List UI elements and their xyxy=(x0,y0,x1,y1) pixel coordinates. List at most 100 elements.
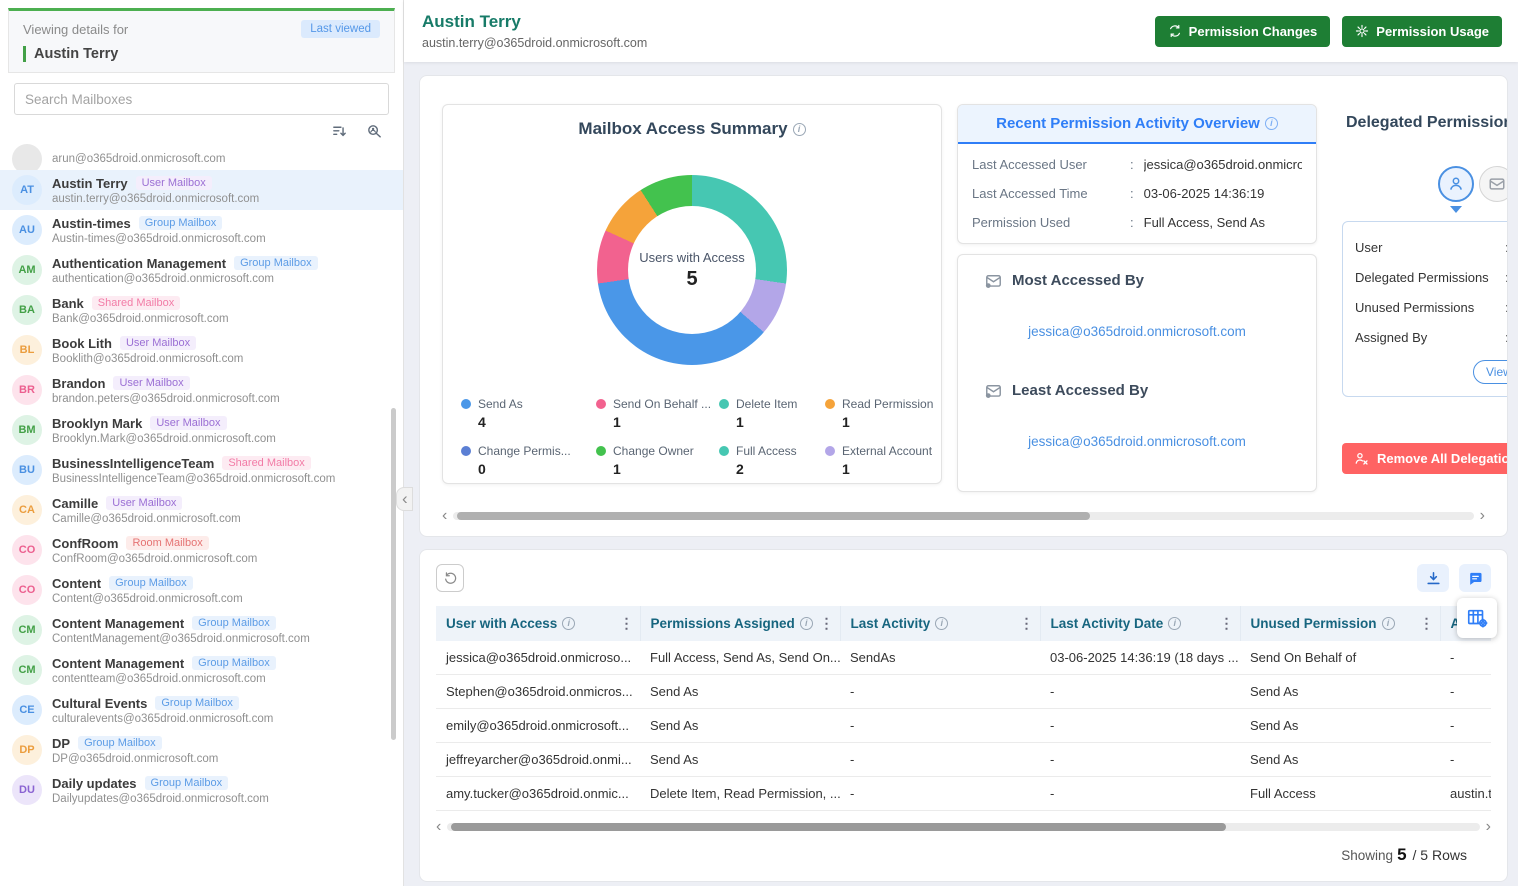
table-row[interactable]: jessica@o365droid.onmicroso...Full Acces… xyxy=(436,641,1491,675)
delegated-card-title: Delegated Permissions xyxy=(1342,114,1508,132)
column-header[interactable]: User with Accessi⋮ xyxy=(436,606,640,641)
permission-usage-button[interactable]: Permission Usage xyxy=(1342,16,1502,47)
most-accessed-link[interactable]: jessica@o365droid.onmicrosoft.com xyxy=(958,324,1316,339)
legend-item: Change Permis... 0 xyxy=(461,444,596,477)
mailbox-access-summary-card: Mailbox Access Summaryi Users with Acces… xyxy=(442,104,942,484)
showing-value: 5 xyxy=(1397,845,1406,864)
refresh-button[interactable] xyxy=(436,564,464,592)
avatar: BU xyxy=(12,455,42,485)
mailbox-list-item[interactable]: arun@o365droid.onmicrosoft.com xyxy=(0,144,403,170)
mailbox-list-item[interactable]: AT Austin Terry User Mailbox austin.terr… xyxy=(0,170,403,210)
column-menu-icon[interactable]: ⋮ xyxy=(1420,615,1434,632)
table-cell: emily@o365droid.onmicrosoft... xyxy=(436,709,640,743)
table-row[interactable]: jeffreyarcher@o365droid.onmi...Send As--… xyxy=(436,743,1491,777)
mailbox-list-item[interactable]: CO ConfRoom Room Mailbox ConfRoom@o365dr… xyxy=(0,530,403,570)
search-mailboxes-input[interactable] xyxy=(14,83,389,115)
column-menu-icon[interactable]: ⋮ xyxy=(620,615,634,632)
mailbox-list-item[interactable]: CO Content Group Mailbox Content@o365dro… xyxy=(0,570,403,610)
mailbox-list-item[interactable]: BM Brooklyn Mark User Mailbox Brooklyn.M… xyxy=(0,410,403,450)
column-header[interactable]: Permissions Assignedi⋮ xyxy=(640,606,840,641)
sidebar-collapse-handle[interactable]: ‹ xyxy=(396,487,413,511)
mail-info-icon xyxy=(984,271,1003,290)
mailbox-list-item[interactable]: CA Camille User Mailbox Camille@o365droi… xyxy=(0,490,403,530)
info-icon[interactable]: i xyxy=(800,617,813,630)
mailbox-list-item[interactable]: CE Cultural Events Group Mailbox cultura… xyxy=(0,690,403,730)
scrollbar-thumb[interactable] xyxy=(457,512,1090,520)
view-details-button[interactable]: View Details xyxy=(1473,360,1508,384)
info-icon[interactable]: i xyxy=(935,617,948,630)
topbar: Austin Terry austin.terry@o365droid.onmi… xyxy=(404,0,1518,62)
scroll-left-icon[interactable]: ‹ xyxy=(436,819,441,835)
column-header[interactable]: Last Activity Date i ⋮ xyxy=(1040,606,1240,641)
info-icon[interactable]: i xyxy=(793,123,806,136)
legend-item: Read Permission 1 xyxy=(825,397,933,430)
scroll-left-icon[interactable]: ‹ xyxy=(442,508,447,524)
column-header[interactable]: Unused Permissioni⋮ xyxy=(1240,606,1440,641)
avatar: BR xyxy=(12,375,42,405)
remove-all-delegation-button[interactable]: Remove All Delegation xyxy=(1342,443,1508,474)
app: Viewing details for Last viewed Austin T… xyxy=(0,0,1518,886)
mailbox-type-badge: Group Mailbox xyxy=(109,576,193,590)
avatar: BA xyxy=(12,295,42,325)
table-row[interactable]: amy.tucker@o365droid.onmic...Delete Item… xyxy=(436,777,1491,811)
sort-icon[interactable] xyxy=(331,123,348,140)
activity-detail-row: Last Accessed Time : 03-06-2025 14:36:19 xyxy=(958,179,1316,208)
activity-row-value: jessica@o365droid.onmicro... xyxy=(1144,157,1302,172)
mailbox-list-item[interactable]: BL Book Lith User Mailbox Booklith@o365d… xyxy=(0,330,403,370)
least-accessed-link[interactable]: jessica@o365droid.onmicrosoft.com xyxy=(958,434,1316,449)
mailbox-list-item[interactable]: CM Content Management Group Mailbox Cont… xyxy=(0,610,403,650)
mailbox-email: contentteam@o365droid.onmicrosoft.com xyxy=(52,673,395,685)
scrollbar-thumb[interactable] xyxy=(451,823,1225,831)
mailbox-email: Bank@o365droid.onmicrosoft.com xyxy=(52,313,395,325)
legend-value: 1 xyxy=(613,461,719,477)
mailbox-type-badge: Room Mailbox xyxy=(126,536,208,550)
scroll-right-icon[interactable]: › xyxy=(1480,508,1485,524)
avatar: CO xyxy=(12,575,42,605)
column-menu-icon[interactable]: ⋮ xyxy=(1020,615,1034,632)
table-row[interactable]: Stephen@o365droid.onmicros...Send As--Se… xyxy=(436,675,1491,709)
permission-changes-button[interactable]: Permission Changes xyxy=(1155,16,1331,47)
table-row[interactable]: emily@o365droid.onmicrosoft...Send As--S… xyxy=(436,709,1491,743)
info-icon[interactable]: i xyxy=(1168,617,1181,630)
avatar: CM xyxy=(12,615,42,645)
advanced-search-icon[interactable] xyxy=(366,123,383,140)
info-icon[interactable]: i xyxy=(562,617,575,630)
scroll-right-icon[interactable]: › xyxy=(1486,819,1491,835)
sidebar-scrollbar[interactable] xyxy=(391,408,396,740)
mailbox-list-item[interactable]: CM Content Management Group Mailbox cont… xyxy=(0,650,403,690)
mailbox-list-item[interactable]: AU Austin-times Group Mailbox Austin-tim… xyxy=(0,210,403,250)
mailbox-list-item[interactable]: AM Authentication Management Group Mailb… xyxy=(0,250,403,290)
column-chooser-button[interactable] xyxy=(1457,598,1497,638)
delegated-user-view-icon[interactable] xyxy=(1438,166,1474,202)
mailbox-list-item[interactable]: DP DP Group Mailbox DP@o365droid.onmicro… xyxy=(0,730,403,770)
cards-horizontal-scrollbar: ‹ › xyxy=(442,508,1485,524)
table-cell: 03-06-2025 14:36:19 (18 days ... xyxy=(1040,641,1240,675)
scrollbar-track[interactable] xyxy=(447,823,1479,831)
mailbox-type-badge: User Mailbox xyxy=(150,416,226,430)
mailbox-list-item[interactable]: DU Daily updates Group Mailbox Dailyupda… xyxy=(0,770,403,810)
column-menu-icon[interactable]: ⋮ xyxy=(820,615,834,632)
activity-card-title: Recent Permission Activity Overview xyxy=(996,115,1260,132)
table-cell: austin.te... xyxy=(1440,777,1491,811)
mailbox-list-item[interactable]: BA Bank Shared Mailbox Bank@o365droid.on… xyxy=(0,290,403,330)
mailbox-list-item[interactable]: BR Brandon User Mailbox brandon.peters@o… xyxy=(0,370,403,410)
table-cell: jeffreyarcher@o365droid.onmi... xyxy=(436,743,640,777)
mailbox-list-item[interactable]: BU BusinessIntelligenceTeam Shared Mailb… xyxy=(0,450,403,490)
delegated-mail-view-icon[interactable] xyxy=(1479,166,1508,202)
info-icon[interactable]: i xyxy=(1382,617,1395,630)
feedback-message-button[interactable] xyxy=(1459,564,1491,592)
activity-detail-row: Last Accessed User : jessica@o365droid.o… xyxy=(958,150,1316,179)
showing-label: Showing xyxy=(1341,848,1393,863)
mailbox-name: Book Lith xyxy=(52,336,112,351)
table-cell: - xyxy=(1440,743,1491,777)
scrollbar-track[interactable] xyxy=(453,512,1473,520)
legend-item: Send On Behalf ... 1 xyxy=(596,397,719,430)
column-menu-icon[interactable]: ⋮ xyxy=(1220,615,1234,632)
mailbox-name: Brandon xyxy=(52,376,105,391)
legend-label: Change Permis... xyxy=(478,444,571,458)
mailbox-email: brandon.peters@o365droid.onmicrosoft.com xyxy=(52,393,395,405)
column-header[interactable]: Last Activityi⋮ xyxy=(840,606,1040,641)
export-download-button[interactable] xyxy=(1417,564,1449,592)
column-header-label: Last Activity Date xyxy=(1051,616,1164,631)
info-icon[interactable]: i xyxy=(1265,117,1278,130)
